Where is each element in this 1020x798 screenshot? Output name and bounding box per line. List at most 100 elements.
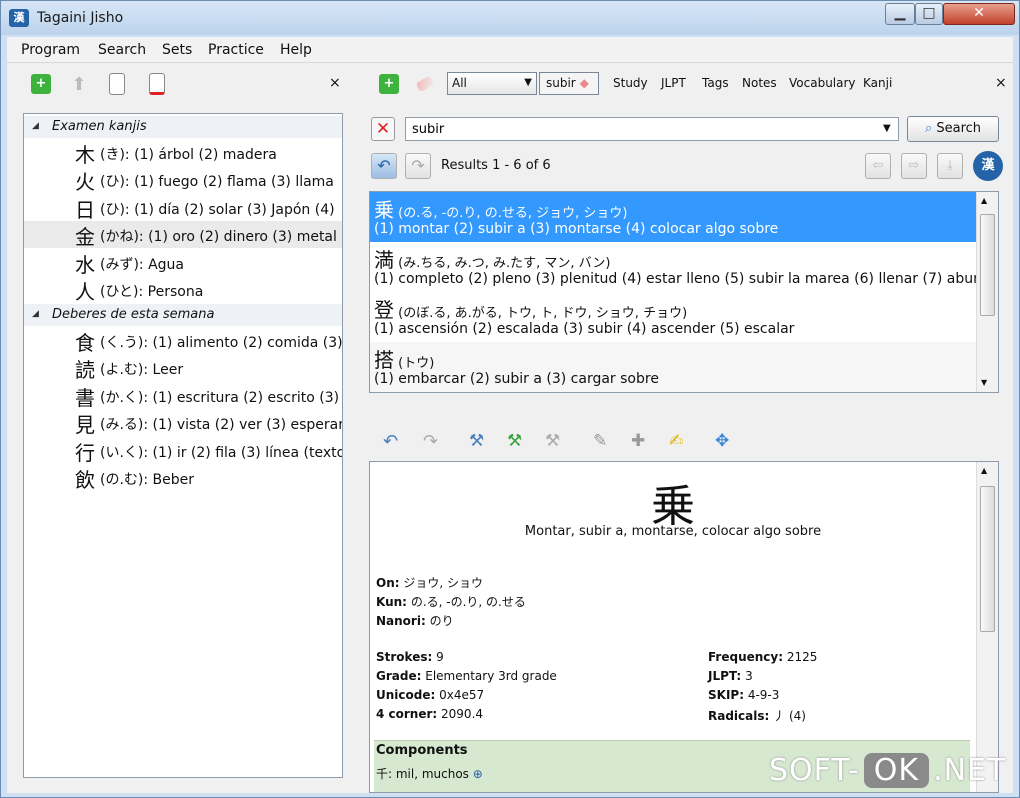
kanji-desc: (ひ): (1) fuego (2) flama (3) llama: [100, 174, 334, 190]
list-item[interactable]: 日 (ひ): (1) día (2) solar (3) Japón (4): [24, 194, 342, 221]
component-item[interactable]: 千: mil, muchos ⊕: [376, 765, 483, 782]
forward-arrow-icon[interactable]: ↷: [423, 431, 438, 452]
results-list[interactable]: 乗 (の.る, -の.り, の.せる, ジョウ, ショウ) (1) montar…: [369, 191, 999, 393]
kanji-desc: (い.く): (1) ir (2) fila (3) línea (texto): [100, 445, 342, 461]
nanori-reading: Nanori: のり: [376, 614, 454, 628]
search-button-label: Search: [936, 121, 982, 136]
chevron-down-icon: ▼: [524, 77, 532, 88]
list-item[interactable]: 行 (い.く): (1) ir (2) fila (3) línea (texto…: [24, 437, 342, 464]
kanji-char: 木: [75, 143, 95, 166]
eraser-icon[interactable]: [415, 75, 435, 93]
filter-tag[interactable]: subir ◆: [539, 72, 599, 95]
list-item[interactable]: 人 (ひと): Persona: [24, 276, 342, 303]
scroll-thumb[interactable]: [980, 214, 995, 316]
app-logo-icon[interactable]: 漢: [973, 151, 1003, 181]
list-item[interactable]: 書 (か.く): (1) escritura (2) escrito (3) e: [24, 382, 342, 409]
result-row[interactable]: 満 (み.ちる, み.つ, み.たす, マン, バン) (1) completo…: [370, 242, 976, 292]
set-name: Deberes de esta semana: [52, 307, 215, 322]
add-tag-icon[interactable]: ✚: [631, 431, 645, 451]
scroll-up-icon[interactable]: ▲: [981, 196, 987, 205]
menu-help[interactable]: Help: [280, 42, 312, 58]
radicals-info: Radicals: 丿 (4): [708, 709, 806, 723]
on-reading: On: ジョウ, ショウ: [376, 576, 484, 590]
reset-score-icon[interactable]: ⚒: [545, 431, 560, 451]
tab-kanji[interactable]: Kanji: [863, 76, 892, 90]
move-icon[interactable]: ✥: [715, 431, 729, 451]
new-document-icon[interactable]: [109, 73, 125, 95]
add-icon[interactable]: +: [31, 74, 51, 94]
kanji-char: 水: [75, 253, 95, 276]
back-arrow-icon[interactable]: ↶: [371, 153, 397, 179]
scroll-thumb[interactable]: [980, 486, 995, 632]
list-item[interactable]: 飲 (の.む): Beber: [24, 464, 342, 491]
note-icon[interactable]: ✍: [669, 431, 683, 451]
list-item[interactable]: 木 (き): (1) árbol (2) madera: [24, 139, 342, 166]
kanji-detail-pane: 乗 Montar, subir a, montarse, colocar alg…: [369, 461, 999, 793]
search-input[interactable]: [405, 117, 899, 141]
kanji-desc: (ひと): Persona: [100, 284, 204, 300]
train-icon[interactable]: ⚒: [469, 431, 484, 451]
collapse-icon[interactable]: ◢: [32, 309, 39, 319]
result-row[interactable]: 乗 (の.る, -の.り, の.せる, ジョウ, ショウ) (1) montar…: [370, 192, 976, 242]
result-kanji: 搭: [374, 348, 394, 372]
clear-search-button[interactable]: ✕: [371, 117, 395, 141]
tab-notes[interactable]: Notes: [742, 76, 777, 90]
close-button[interactable]: ✕: [943, 3, 1015, 25]
detail-scrollbar[interactable]: ▲: [976, 462, 998, 792]
sets-toolbar: + ⬆ ×: [7, 63, 349, 107]
menu-search[interactable]: Search: [98, 42, 146, 58]
list-item[interactable]: 金 (かね): (1) oro (2) dinero (3) metal: [24, 221, 342, 248]
result-row[interactable]: 搭 (トウ) (1) embarcar (2) subir a (3) carg…: [370, 342, 976, 392]
prev-page-icon[interactable]: ⇦: [865, 153, 891, 179]
forward-arrow-icon[interactable]: ↷: [405, 153, 431, 179]
result-readings: (み.ちる, み.つ, み.たす, マン, バン): [398, 256, 611, 271]
chevron-down-icon[interactable]: ▼: [883, 123, 891, 134]
menu-bar: Program Search Sets Practice Help: [7, 37, 1013, 63]
tab-jlpt[interactable]: JLPT: [661, 76, 686, 90]
maximize-button[interactable]: □: [915, 3, 943, 25]
kanji-char: 人: [75, 280, 95, 303]
next-page-icon[interactable]: ⇨: [901, 153, 927, 179]
menu-sets[interactable]: Sets: [162, 42, 192, 58]
list-item[interactable]: 水 (みず): Agua: [24, 249, 342, 276]
result-kanji: 満: [374, 248, 394, 272]
menu-practice[interactable]: Practice: [208, 42, 264, 58]
list-item[interactable]: 食 (く.う): (1) alimento (2) comida (3) e: [24, 327, 342, 354]
scroll-down-icon[interactable]: ▼: [981, 378, 987, 387]
tab-study[interactable]: Study: [613, 76, 648, 90]
kanji-char: 飲: [75, 468, 95, 491]
set-header[interactable]: ◢ Deberes de esta semana: [24, 304, 342, 326]
tab-tags[interactable]: Tags: [702, 76, 729, 90]
zoom-in-icon[interactable]: ⊕: [473, 767, 483, 781]
minimize-button[interactable]: ▁: [885, 3, 915, 25]
corner-info: 4 corner: 2090.4: [376, 707, 484, 721]
kanji-desc: (の.む): Beber: [100, 472, 195, 488]
detail-meaning: Montar, subir a, montarse, colocar algo …: [524, 524, 822, 539]
filter-select[interactable]: All ▼: [447, 72, 537, 95]
list-item[interactable]: 見 (み.る): (1) vista (2) ver (3) esperar: [24, 409, 342, 436]
close-pane-icon[interactable]: ×: [329, 75, 341, 91]
up-arrow-icon[interactable]: ⬆: [69, 74, 89, 95]
add-filter-icon[interactable]: +: [379, 74, 399, 94]
skip-info: SKIP: 4-9-3: [708, 688, 780, 702]
eraser-icon[interactable]: ◆: [580, 76, 589, 90]
list-item[interactable]: 火 (ひ): (1) fuego (2) flama (3) llama: [24, 166, 342, 193]
search-button[interactable]: ⌕ Search: [907, 116, 999, 142]
sets-tree[interactable]: ◢ Examen kanjis 木 (き): (1) árbol (2) made…: [23, 113, 343, 778]
download-icon[interactable]: ⤓: [937, 153, 963, 179]
menu-program[interactable]: Program: [21, 42, 80, 58]
close-pane-icon[interactable]: ×: [995, 75, 1007, 91]
set-header[interactable]: ◢ Examen kanjis: [24, 116, 342, 138]
collapse-icon[interactable]: ◢: [32, 121, 39, 131]
list-item[interactable]: 読 (よ.む): Leer: [24, 354, 342, 381]
back-arrow-icon[interactable]: ↶: [383, 431, 398, 452]
results-scrollbar[interactable]: ▲ ▼: [976, 192, 998, 392]
mark-known-icon[interactable]: ⚒: [507, 431, 522, 451]
tag-icon[interactable]: ✎: [593, 431, 607, 451]
kanji-desc: (く.う): (1) alimento (2) comida (3) e: [100, 335, 342, 351]
kanji-char: 読: [75, 358, 95, 381]
delete-document-icon[interactable]: [149, 73, 165, 95]
scroll-up-icon[interactable]: ▲: [981, 466, 987, 475]
tab-vocabulary[interactable]: Vocabulary: [789, 76, 856, 90]
result-row[interactable]: 登 (のぼ.る, あ.がる, トウ, ト, ドウ, ショウ, チョウ) (1) …: [370, 292, 976, 342]
